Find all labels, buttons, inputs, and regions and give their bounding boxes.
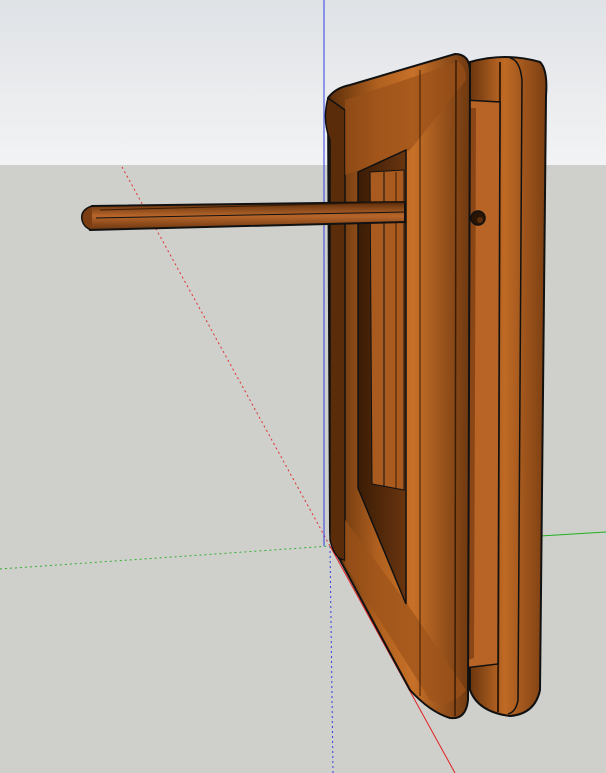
sketchup-3d-viewport[interactable]	[0, 0, 606, 773]
scene-canvas[interactable]	[0, 0, 606, 773]
